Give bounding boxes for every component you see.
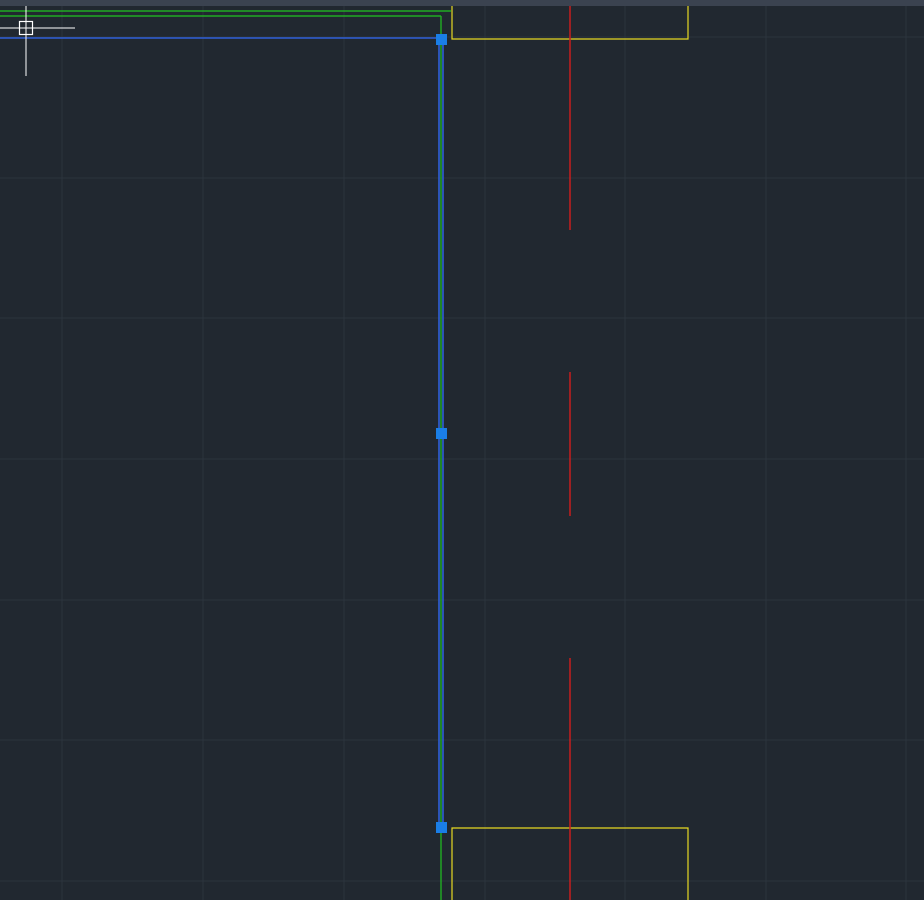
drawing-viewport[interactable] xyxy=(0,0,924,900)
model-space-canvas[interactable] xyxy=(0,0,924,900)
selected-blue-line-group[interactable] xyxy=(0,37,444,828)
grip-top-icon[interactable] xyxy=(436,34,447,45)
green-wall-outline[interactable] xyxy=(0,10,451,900)
grip-mid-icon[interactable] xyxy=(436,428,447,439)
background-grid xyxy=(0,6,924,900)
grip-bottom-icon[interactable] xyxy=(436,822,447,833)
